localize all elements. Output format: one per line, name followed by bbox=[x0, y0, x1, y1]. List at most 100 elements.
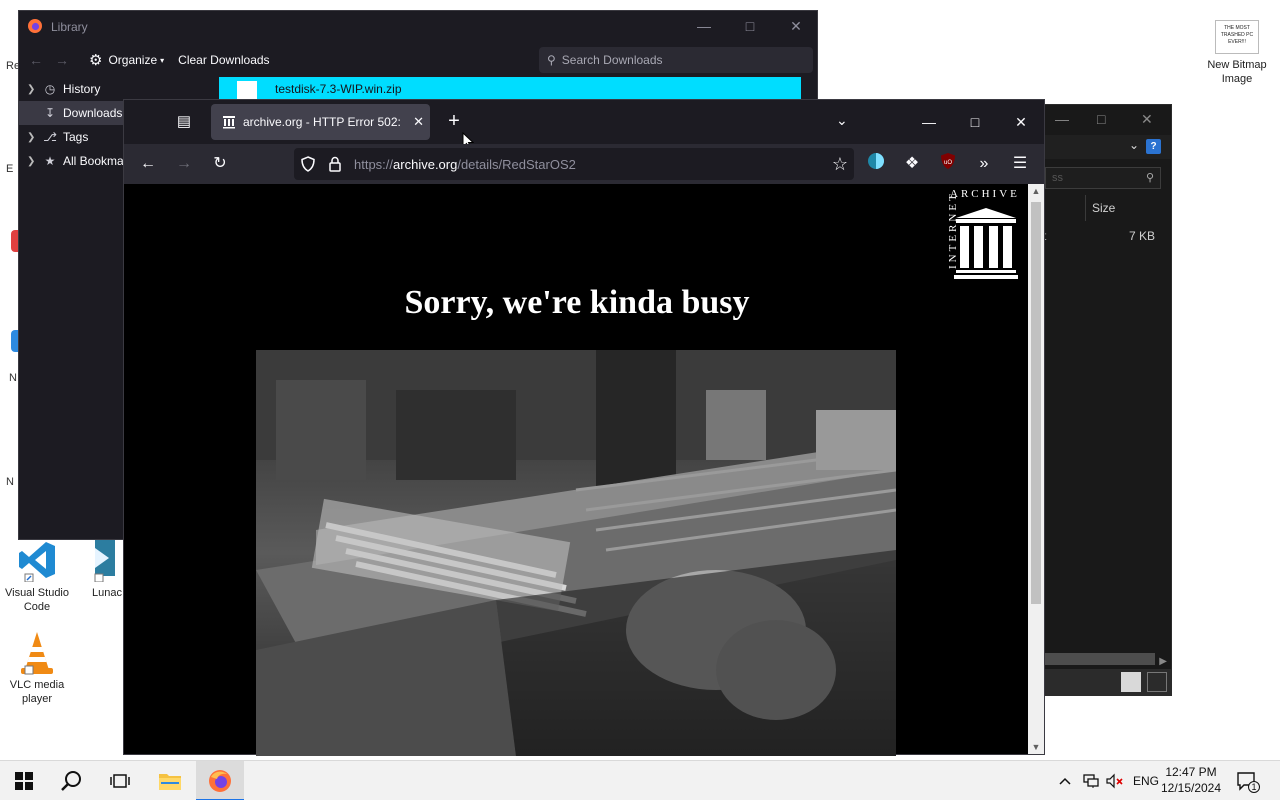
close-tab-icon[interactable]: ✕ bbox=[413, 114, 424, 130]
expand-twisty-icon[interactable]: ❯ bbox=[27, 84, 41, 95]
close-button[interactable]: ✕ bbox=[1141, 111, 1153, 128]
maximize-button[interactable]: □ bbox=[952, 106, 998, 138]
desktop-icon-vlc-media-player[interactable]: VLC media player bbox=[0, 630, 74, 706]
forward-arrow-icon[interactable]: → bbox=[49, 52, 75, 68]
expand-twisty-icon[interactable]: ❯ bbox=[27, 156, 41, 167]
file-size-cell: 7 KB bbox=[1129, 229, 1156, 243]
extensions-puzzle-icon[interactable]: ❖ bbox=[900, 152, 924, 176]
page-content: ARCHIVE INTERNET Sorry, we're kinda busy bbox=[124, 184, 1030, 756]
file-explorer-taskbar-button[interactable] bbox=[146, 761, 194, 800]
sidebar-item-history[interactable]: ❯ ◷ History bbox=[19, 77, 219, 101]
help-button[interactable]: ? bbox=[1146, 139, 1161, 154]
search-downloads-input[interactable]: ⚲ Search Downloads bbox=[539, 47, 813, 73]
scroll-right-arrow-icon[interactable]: ▶ bbox=[1159, 656, 1167, 667]
star-icon: ★ bbox=[44, 154, 56, 168]
explorer-statusbar bbox=[1045, 669, 1171, 695]
back-arrow-icon[interactable]: ← bbox=[136, 152, 160, 176]
expand-ribbon-chevron-icon[interactable]: ⌄ bbox=[1129, 138, 1139, 152]
extension-dark-reader-icon[interactable] bbox=[864, 152, 888, 176]
bitmap-thumbnail-icon: THE MOST TRASHED PC EVER!!! bbox=[1215, 20, 1259, 54]
navigation-toolbar: ← → ↻ https://archive.org/details/RedSta… bbox=[124, 144, 1044, 184]
windows-logo-icon bbox=[15, 772, 33, 790]
tracking-protection-shield-icon[interactable] bbox=[300, 156, 316, 175]
show-hidden-icons-chevron-icon[interactable] bbox=[1058, 761, 1072, 800]
archive-building-icon bbox=[954, 208, 1018, 279]
url-text[interactable]: https://archive.org/details/RedStarOS2 bbox=[354, 157, 576, 172]
minimize-button[interactable]: — bbox=[681, 11, 727, 43]
bookmark-star-icon[interactable]: ☆ bbox=[832, 154, 848, 175]
error-heading: Sorry, we're kinda busy bbox=[404, 284, 750, 321]
desktop-icon-label-fragment: E bbox=[6, 163, 14, 175]
desktop-icon-label: New Bitmap Image bbox=[1207, 59, 1267, 85]
download-row-selected[interactable]: testdisk-7.3-WIP.win.zip bbox=[219, 77, 801, 101]
tag-icon: ⎇ bbox=[43, 130, 57, 144]
hamburger-menu-icon[interactable]: ☰ bbox=[1008, 152, 1032, 176]
search-placeholder: ss bbox=[1052, 172, 1063, 184]
back-arrow-icon[interactable]: ← bbox=[23, 52, 49, 68]
close-button[interactable]: ✕ bbox=[773, 11, 819, 43]
new-tab-button[interactable]: + bbox=[442, 110, 466, 134]
firefox-view-icon[interactable]: ▤ bbox=[172, 110, 196, 134]
tab-archive-org[interactable]: archive.org - HTTP Error 502: Internal S… bbox=[211, 104, 430, 140]
column-header-size[interactable]: Size bbox=[1085, 195, 1167, 221]
folder-icon bbox=[159, 774, 181, 790]
url-bar[interactable]: https://archive.org/details/RedStarOS2 ☆ bbox=[294, 148, 854, 180]
firefox-window[interactable]: ▤ archive.org - HTTP Error 502: Internal… bbox=[123, 99, 1045, 756]
ublock-origin-icon[interactable]: uO bbox=[936, 152, 960, 176]
close-button[interactable]: ✕ bbox=[998, 106, 1044, 138]
firefox-logo-icon bbox=[209, 770, 231, 792]
network-icon[interactable] bbox=[1082, 761, 1100, 800]
lunac-icon bbox=[79, 538, 115, 583]
desktop-icon-label-fragment: N bbox=[9, 372, 17, 384]
search-placeholder: Search Downloads bbox=[561, 53, 663, 67]
explorer-search-input[interactable]: ss ⚲ bbox=[1045, 167, 1161, 189]
search-button[interactable] bbox=[48, 761, 96, 800]
desktop-icon-lunac[interactable]: Lunac bbox=[72, 538, 122, 600]
task-view-icon bbox=[110, 774, 130, 788]
search-icon bbox=[61, 771, 81, 791]
forward-arrow-icon[interactable]: → bbox=[172, 152, 196, 176]
lock-icon[interactable] bbox=[328, 156, 342, 175]
clock-icon: ◷ bbox=[44, 82, 56, 96]
action-center-notification-icon[interactable]: 1 bbox=[1236, 761, 1260, 800]
volume-muted-icon[interactable] bbox=[1106, 761, 1124, 800]
list-all-tabs-chevron-icon[interactable]: ⌄ bbox=[836, 112, 848, 129]
details-view-button[interactable] bbox=[1121, 672, 1141, 692]
library-title: Library bbox=[51, 20, 88, 34]
bitmap-thumbnail-text: THE MOST TRASHED PC EVER!!! bbox=[1220, 25, 1254, 45]
clear-downloads-button[interactable]: Clear Downloads bbox=[178, 53, 269, 67]
page-vertical-scrollbar[interactable]: ▲ ▼ bbox=[1028, 184, 1044, 754]
gear-icon: ⚙ bbox=[89, 52, 103, 69]
start-button[interactable] bbox=[0, 761, 48, 800]
task-view-button[interactable] bbox=[96, 761, 144, 800]
organize-button[interactable]: ⚙ Organize ▾ bbox=[89, 51, 164, 69]
scrollbar-thumb[interactable] bbox=[1031, 202, 1041, 604]
clock-time: 12:47 PM bbox=[1165, 765, 1217, 779]
search-icon: ⚲ bbox=[547, 53, 556, 67]
zip-file-icon bbox=[237, 81, 257, 101]
dropdown-arrow-icon: ▾ bbox=[160, 55, 165, 65]
organize-label: Organize bbox=[108, 53, 158, 67]
download-icon: ↧ bbox=[44, 106, 56, 120]
expand-twisty-icon[interactable]: ❯ bbox=[27, 132, 41, 143]
taskbar: ENG 12:47 PM 12/15/2024 1 bbox=[0, 760, 1280, 800]
firefox-logo-icon bbox=[27, 18, 43, 37]
reload-icon[interactable]: ↻ bbox=[208, 152, 232, 176]
taskbar-clock[interactable]: 12:47 PM 12/15/2024 bbox=[1156, 764, 1226, 796]
desktop-icon-visual-studio-code[interactable]: Visual Studio Code bbox=[0, 538, 74, 614]
maximize-button[interactable]: □ bbox=[727, 11, 773, 43]
firefox-taskbar-button[interactable] bbox=[196, 761, 244, 800]
notification-count-badge: 1 bbox=[1248, 781, 1260, 793]
desktop-icon-new-bitmap-image[interactable]: THE MOST TRASHED PC EVER!!! New Bitmap I… bbox=[1200, 20, 1274, 86]
more-tools-chevrons-icon[interactable]: » bbox=[972, 152, 996, 176]
large-icons-view-button[interactable] bbox=[1147, 672, 1167, 692]
internet-archive-logo[interactable]: ARCHIVE INTERNET bbox=[930, 188, 1026, 280]
horizontal-scrollbar[interactable] bbox=[1045, 653, 1155, 665]
minimize-button[interactable]: — bbox=[906, 106, 952, 138]
maximize-button[interactable]: □ bbox=[1097, 111, 1105, 127]
scroll-up-arrow-icon[interactable]: ▲ bbox=[1028, 186, 1044, 196]
scroll-down-arrow-icon[interactable]: ▼ bbox=[1028, 742, 1044, 752]
desktop-icon-label: Visual Studio Code bbox=[4, 587, 69, 613]
library-toolbar: ← → ⚙ Organize ▾ Clear Downloads ⚲ Searc… bbox=[19, 43, 817, 77]
minimize-button[interactable]: — bbox=[1055, 111, 1069, 127]
